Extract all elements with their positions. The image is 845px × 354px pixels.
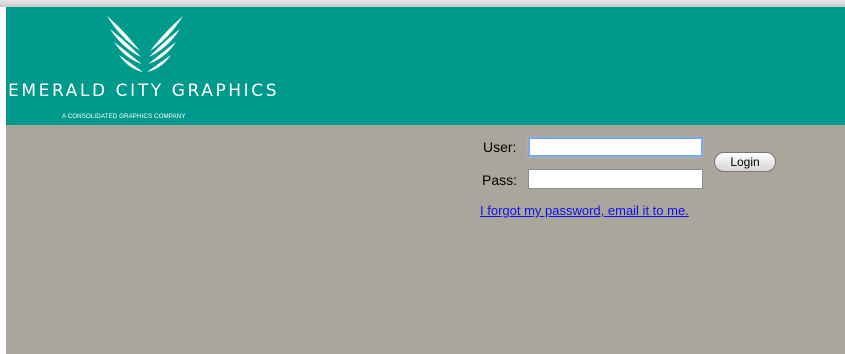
brand-name: EMERALD CITY GRAPHICS <box>8 81 280 101</box>
window-top-border <box>0 0 845 7</box>
pass-label: Pass: <box>482 172 518 188</box>
forgot-password-link[interactable]: I forgot my password, email it to me. <box>480 203 689 218</box>
login-button[interactable]: Login <box>714 152 776 172</box>
site-header: EMERALD CITY GRAPHICS A CONSOLIDATED GRA… <box>6 7 845 125</box>
user-input[interactable] <box>528 137 703 157</box>
password-input[interactable] <box>528 169 703 189</box>
user-label: User: <box>483 139 517 155</box>
brand-tagline: A CONSOLIDATED GRAPHICS COMPANY <box>62 113 186 120</box>
wings-logo-icon <box>107 16 183 72</box>
